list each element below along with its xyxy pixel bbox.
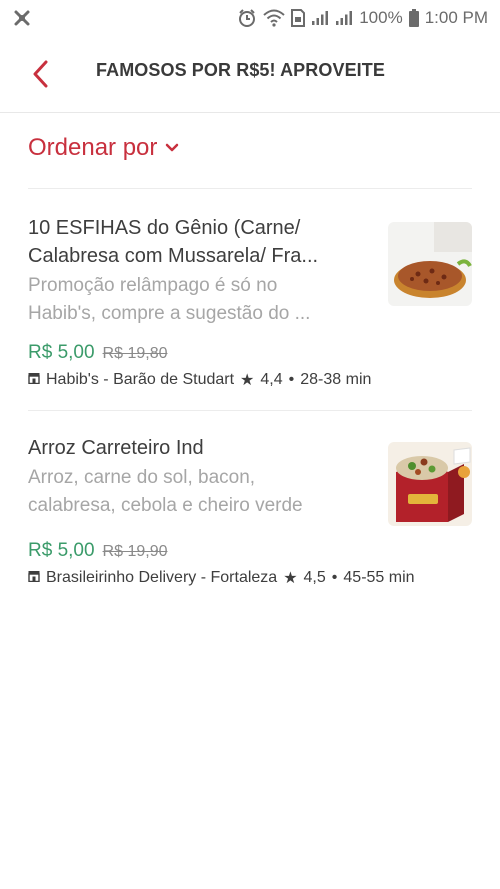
store-icon: [28, 569, 40, 587]
delivery-time: 45-55 min: [343, 569, 415, 586]
star-icon: ★: [240, 372, 255, 389]
wifi-icon: [263, 9, 285, 27]
separator-dot: •: [331, 569, 338, 586]
app-notification-icon: [12, 8, 32, 28]
chevron-left-icon: [33, 60, 48, 88]
original-price: R$ 19,90: [102, 543, 168, 560]
item-image: [388, 222, 472, 306]
store-icon: [28, 371, 40, 389]
list-item[interactable]: 10 ESFIHAS do Gênio (Carne/ Calabresa co…: [28, 214, 472, 390]
sim-icon: [291, 9, 306, 27]
promo-price: R$ 5,00: [28, 342, 95, 363]
signal-icon-2: [335, 10, 353, 26]
page-title: FAMOSOS POR R$5! APROVEITE: [96, 60, 385, 80]
price-row: R$ 5,00 R$ 19,80: [28, 342, 472, 364]
promo-price: R$ 5,00: [28, 540, 95, 561]
item-description: Arroz, carne do sol, bacon, calabresa, c…: [28, 467, 303, 516]
battery-percent: 100%: [359, 8, 403, 27]
item-description: Promoção relâmpago é só no Habib's, comp…: [28, 275, 311, 324]
status-bar: 100% 1:00 PM: [0, 0, 500, 36]
delivery-time: 28-38 min: [300, 371, 372, 388]
original-price: R$ 19,80: [102, 345, 168, 362]
item-title: 10 ESFIHAS do Gênio (Carne/ Calabresa co…: [28, 217, 319, 267]
store-info: Brasileirinho Delivery - Fortaleza ★ 4,5…: [28, 568, 472, 588]
item-title: Arroz Carreteiro Ind: [28, 437, 204, 459]
back-button[interactable]: [20, 54, 60, 94]
sort-dropdown[interactable]: Ordenar por: [28, 134, 179, 162]
store-info: Habib's - Barão de Studart ★ 4,4 • 28-38…: [28, 370, 472, 390]
rating: 4,5: [303, 569, 326, 586]
app-header: FAMOSOS POR R$5! APROVEITE: [0, 36, 500, 113]
alarm-icon: [237, 8, 257, 28]
signal-icon-1: [311, 10, 329, 26]
sort-label: Ordenar por: [28, 134, 158, 161]
price-row: R$ 5,00 R$ 19,90: [28, 540, 472, 562]
battery-icon: [408, 9, 419, 27]
separator-dot: •: [288, 371, 295, 388]
divider: [28, 410, 472, 411]
store-name: Brasileirinho Delivery - Fortaleza: [46, 569, 278, 586]
clock-time: 1:00 PM: [424, 8, 488, 27]
chevron-down-icon: [166, 143, 179, 152]
divider: [28, 188, 472, 189]
store-name: Habib's - Barão de Studart: [46, 371, 235, 388]
star-icon: ★: [283, 570, 298, 587]
item-image: [388, 442, 472, 526]
list-item[interactable]: Arroz Carreteiro Ind Arroz, carne do sol…: [28, 434, 472, 588]
rating: 4,4: [260, 371, 283, 388]
